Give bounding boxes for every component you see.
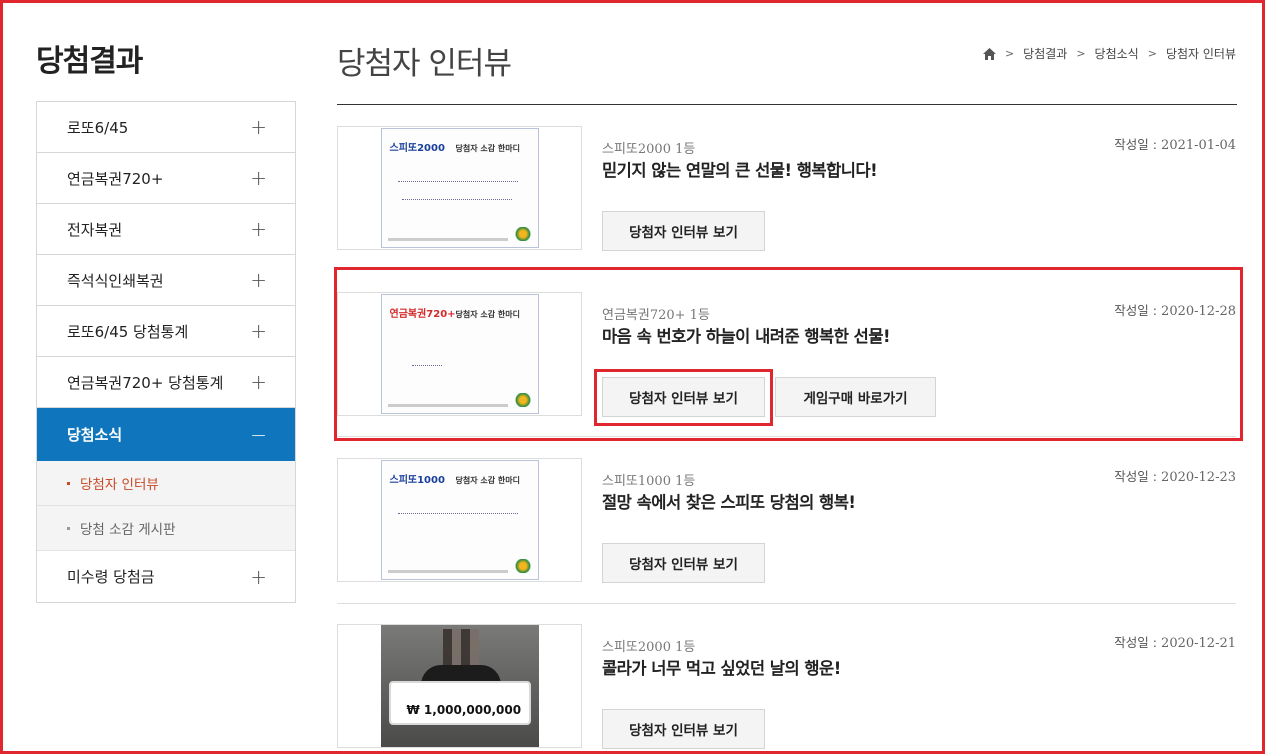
breadcrumb-item[interactable]: 당첨결과	[1023, 45, 1067, 62]
interview-category: 스피또2000 1등	[602, 640, 696, 655]
date-value: 2021-01-04	[1161, 138, 1236, 153]
sidebar-subitem-label: 당첨자 인터뷰	[80, 477, 159, 493]
sidebar-subitem-board[interactable]: 당첨 소감 게시판	[37, 506, 295, 551]
chevron-right-icon: >	[1147, 47, 1157, 60]
home-icon[interactable]	[982, 47, 996, 60]
plus-icon[interactable]: +	[250, 217, 267, 241]
divider	[337, 268, 1236, 269]
sidebar-item-instant[interactable]: 즉석식인쇄복권 +	[37, 255, 295, 306]
interview-category: 스피또2000 1등	[602, 142, 696, 157]
chevron-right-icon: >	[1004, 47, 1015, 60]
sidebar-item-label: 미수령 당첨금	[67, 568, 155, 586]
plus-icon[interactable]: +	[250, 565, 267, 589]
interview-item: ₩ 1,000,000,000 스피또2000 1등 콜라가 너무 먹고 싶었던…	[337, 624, 1236, 749]
breadcrumb-item: 당첨자 인터뷰	[1165, 47, 1236, 61]
plus-icon[interactable]: +	[250, 115, 267, 139]
interview-date: 작성일 : 2020-12-28	[1114, 300, 1236, 319]
interview-thumbnail[interactable]: ₩ 1,000,000,000	[337, 624, 582, 748]
plus-icon[interactable]: +	[250, 268, 267, 292]
interview-thumbnail[interactable]: 연금복권720+ 당첨자 소감 한마디	[337, 292, 582, 416]
interview-title[interactable]: 콜라가 너무 먹고 싶었던 날의 행운!	[602, 655, 841, 679]
handwritten-card-image: 연금복권720+ 당첨자 소감 한마디	[380, 294, 539, 414]
date-value: 2020-12-28	[1161, 304, 1236, 319]
card-title: 당첨자 소감 한마디	[455, 476, 520, 485]
sidebar-item-pension720[interactable]: 연금복권720+ +	[37, 153, 295, 204]
card-brand: 연금복권720+	[389, 309, 456, 320]
sidebar-item-label: 로또6/45 당첨통계	[67, 322, 189, 341]
date-value: 2020-12-23	[1161, 470, 1236, 485]
view-interview-button[interactable]: 당첨자 인터뷰 보기	[602, 211, 765, 251]
interview-date: 작성일 : 2020-12-21	[1114, 632, 1236, 651]
date-value: 2020-12-21	[1161, 636, 1236, 651]
sidebar-item-label: 당첨소식	[67, 426, 123, 444]
sidebar-subitem-interview[interactable]: 당첨자 인터뷰	[37, 461, 295, 506]
handwritten-card-image: 스피또2000 당첨자 소감 한마디	[380, 128, 539, 248]
sidebar-item-unclaimed[interactable]: 미수령 당첨금 +	[37, 551, 295, 602]
date-label: 작성일 :	[1114, 137, 1157, 152]
page-title: 당첨자 인터뷰	[337, 46, 512, 82]
sidebar-item-label: 즉석식인쇄복권	[67, 271, 164, 290]
interview-date: 작성일 : 2020-12-23	[1114, 466, 1236, 485]
sidebar-item-lotto-stats[interactable]: 로또6/45 당첨통계 +	[37, 306, 295, 357]
view-interview-button[interactable]: 당첨자 인터뷰 보기	[602, 377, 765, 417]
interview-item: 스피또2000 당첨자 소감 한마디 스피또2000 1등 믿기지 않는 연말의…	[337, 126, 1236, 251]
sidebar-item-news[interactable]: 당첨소식 −	[37, 408, 295, 461]
handwritten-card-image: 스피또1000 당첨자 소감 한마디	[380, 460, 539, 580]
sidebar-title: 당첨결과	[36, 44, 143, 79]
interview-item: 연금복권720+ 당첨자 소감 한마디 연금복권720+ 1등 마음 속 번호가…	[337, 292, 1236, 417]
divider	[337, 104, 1237, 105]
sidebar-item-pension-stats[interactable]: 연금복권720+ 당첨통계 +	[37, 357, 295, 408]
interview-title[interactable]: 절망 속에서 찾은 스피또 당첨의 행복!	[602, 489, 856, 513]
interview-thumbnail[interactable]: 스피또1000 당첨자 소감 한마디	[337, 458, 582, 582]
prize-amount: ₩ 1,000,000,000	[406, 703, 522, 717]
plus-icon[interactable]: +	[250, 166, 267, 190]
interview-item: 스피또1000 당첨자 소감 한마디 스피또1000 1등 절망 속에서 찾은 …	[337, 458, 1236, 583]
sidebar-item-label: 연금복권720+ 당첨통계	[67, 373, 224, 392]
sidebar-subitem-label: 당첨 소감 게시판	[80, 522, 176, 538]
interview-title[interactable]: 마음 속 번호가 하늘이 내려준 행복한 선물!	[602, 323, 891, 347]
divider	[337, 436, 1236, 437]
card-brand: 스피또2000	[389, 143, 445, 154]
date-label: 작성일 :	[1114, 469, 1157, 484]
sidebar-item-label: 로또6/45	[67, 118, 129, 137]
interview-title[interactable]: 믿기지 않는 연말의 큰 선물! 행복합니다!	[602, 157, 878, 181]
interview-category: 스피또1000 1등	[602, 474, 696, 489]
winner-photo-image: ₩ 1,000,000,000	[380, 625, 539, 747]
card-brand: 스피또1000	[389, 475, 445, 486]
interview-date: 작성일 : 2021-01-04	[1114, 134, 1236, 153]
bullet-icon	[67, 481, 70, 485]
breadcrumb-item[interactable]: 당첨소식	[1095, 45, 1139, 62]
buy-game-button[interactable]: 게임구매 바로가기	[775, 377, 936, 417]
interview-category: 연금복권720+ 1등	[602, 308, 710, 323]
view-interview-button[interactable]: 당첨자 인터뷰 보기	[602, 709, 765, 749]
sidebar-item-label: 연금복권720+	[67, 169, 164, 188]
plus-icon[interactable]: +	[250, 370, 267, 394]
minus-icon[interactable]: −	[250, 423, 267, 447]
date-label: 작성일 :	[1114, 635, 1157, 650]
sidebar-item-label: 전자복권	[67, 220, 123, 239]
chevron-right-icon: >	[1076, 47, 1086, 60]
breadcrumb: > 당첨결과 > 당첨소식 > 당첨자 인터뷰	[982, 45, 1236, 62]
bullet-icon	[67, 526, 70, 530]
interview-thumbnail[interactable]: 스피또2000 당첨자 소감 한마디	[337, 126, 582, 250]
sidebar-item-electronic[interactable]: 전자복권 +	[37, 204, 295, 255]
card-title: 당첨자 소감 한마디	[455, 144, 520, 153]
card-title: 당첨자 소감 한마디	[455, 310, 520, 319]
divider	[337, 603, 1236, 604]
view-interview-button[interactable]: 당첨자 인터뷰 보기	[602, 543, 765, 583]
plus-icon[interactable]: +	[250, 319, 267, 343]
sidebar-item-lotto645[interactable]: 로또6/45 +	[37, 102, 295, 153]
sidebar-menu: 로또6/45 + 연금복권720+ + 전자복권 + 즉석식인쇄복권 + 로또6…	[36, 101, 296, 603]
date-label: 작성일 :	[1114, 303, 1157, 318]
